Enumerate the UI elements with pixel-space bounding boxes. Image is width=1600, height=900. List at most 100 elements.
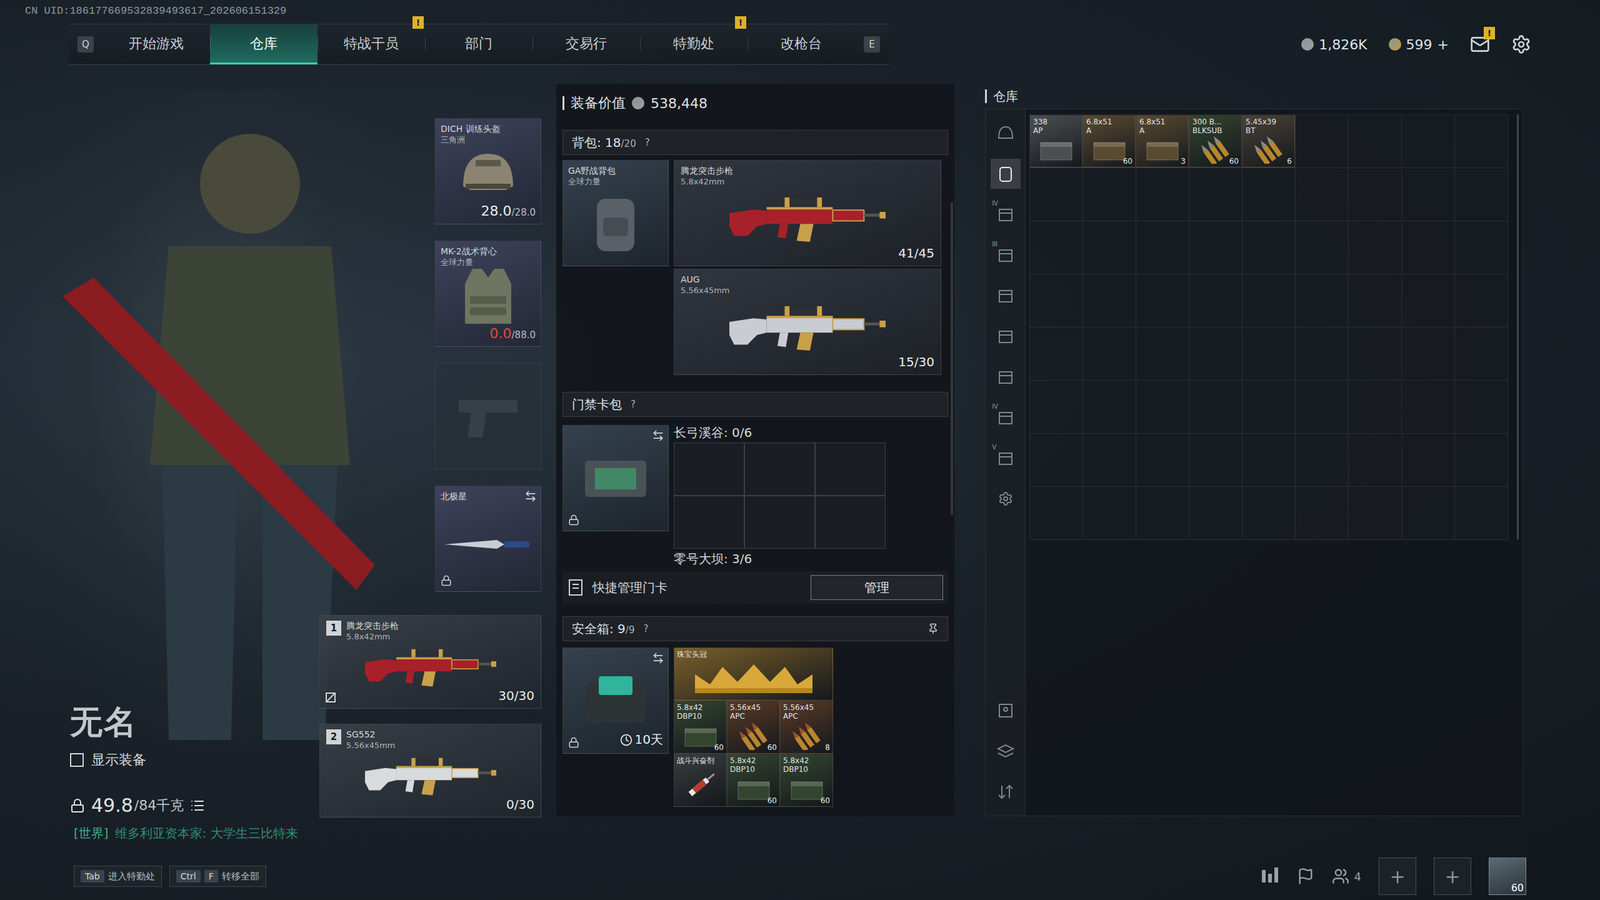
stash-cell[interactable]: [1348, 327, 1402, 381]
keycard-slot[interactable]: [673, 442, 745, 496]
scrollbar[interactable]: [1516, 114, 1519, 540]
currency[interactable]: 599+: [1388, 36, 1449, 53]
swap-icon[interactable]: [651, 429, 665, 442]
nav-tab[interactable]: 开始游戏: [102, 24, 210, 65]
stash-cell[interactable]: [1455, 221, 1509, 275]
stash-cell[interactable]: [1189, 433, 1243, 487]
stash-filter[interactable]: [990, 321, 1021, 352]
scrollbar[interactable]: [950, 202, 954, 515]
stash-cell[interactable]: [1189, 221, 1243, 275]
stash-cell[interactable]: [1242, 327, 1296, 381]
stash-cell[interactable]: [1295, 433, 1349, 487]
weapon-slot[interactable]: 2SG5525.56x45mm0/30: [319, 723, 542, 818]
stash-filter[interactable]: IV: [990, 199, 1021, 230]
stash-cell[interactable]: [1242, 274, 1296, 328]
stash-cell[interactable]: 5.45x39BT6: [1242, 115, 1296, 169]
item-cell[interactable]: 5.8x42DBP1060: [726, 753, 780, 807]
currency[interactable]: 1,826K: [1301, 36, 1367, 53]
item-cell[interactable]: 珠宝头冠: [673, 647, 834, 701]
item-cell[interactable]: 6.8x51A3: [1136, 115, 1189, 168]
stash-cell[interactable]: [1242, 168, 1296, 222]
stash-cell[interactable]: [1136, 380, 1190, 434]
stash-filter[interactable]: [990, 483, 1021, 514]
stash-cell[interactable]: [1348, 221, 1402, 275]
stash-cell[interactable]: [1136, 327, 1190, 381]
swap-icon[interactable]: [524, 490, 537, 503]
checkbox[interactable]: [70, 753, 84, 767]
stash-cell[interactable]: [1030, 168, 1084, 222]
stash-cell[interactable]: [1136, 433, 1190, 487]
mail-button[interactable]: !: [1470, 34, 1490, 55]
stash-cell[interactable]: [1242, 486, 1296, 540]
item-cell[interactable]: 300 B...BLKSUB60: [1189, 115, 1242, 168]
stash-filter[interactable]: V: [990, 443, 1021, 474]
stash-filter[interactable]: [990, 776, 1021, 807]
stash-cell[interactable]: [1401, 115, 1455, 169]
key-hint[interactable]: E: [863, 36, 880, 53]
squad[interactable]: 4: [1331, 867, 1362, 885]
stash-cell[interactable]: [1030, 274, 1084, 328]
stash-cell[interactable]: [1401, 221, 1455, 275]
stash-cell[interactable]: [1348, 433, 1402, 487]
stats-icon[interactable]: [1260, 867, 1280, 885]
stash-cell[interactable]: [1030, 433, 1084, 487]
item-cell[interactable]: 338AP: [1030, 115, 1083, 168]
gear-slot[interactable]: DICH 训练头盔三角洲28.0/28.0: [435, 118, 542, 225]
stash-cell[interactable]: [1189, 486, 1243, 540]
stash-cell[interactable]: 338AP: [1030, 115, 1084, 169]
stash-filter[interactable]: III: [990, 240, 1021, 270]
stash-cell[interactable]: [1136, 168, 1190, 222]
stash-filter[interactable]: [990, 158, 1021, 189]
stash-cell[interactable]: [1295, 168, 1349, 222]
item-cell[interactable]: 5.8x42DBP1060: [780, 753, 834, 807]
shortcut[interactable]: Tab进入特勤处: [73, 865, 162, 887]
settings-button[interactable]: [1511, 34, 1532, 55]
stash-cell[interactable]: [1083, 221, 1137, 275]
nav-tab[interactable]: 特勤处!: [640, 24, 748, 65]
stash-cell[interactable]: [1295, 221, 1349, 275]
stash-cell[interactable]: [1401, 327, 1455, 381]
stash-cell[interactable]: [1030, 486, 1084, 540]
stash-cell[interactable]: [1242, 380, 1296, 434]
stash-cell[interactable]: 6.8x51A60: [1083, 115, 1137, 169]
stash-cell[interactable]: [1083, 327, 1137, 381]
keycard-slot[interactable]: [815, 495, 886, 549]
backpack-weapon[interactable]: AUG5.56x45mm15/30: [673, 268, 942, 375]
stash-cell[interactable]: [1030, 380, 1084, 434]
gear-slot[interactable]: [435, 363, 542, 470]
stash-cell[interactable]: [1455, 433, 1509, 487]
keycard-slot[interactable]: [673, 495, 745, 549]
stash-cell[interactable]: [1136, 274, 1190, 328]
stash-filter[interactable]: [990, 280, 1021, 311]
stash-cell[interactable]: [1189, 274, 1243, 328]
stash-cell[interactable]: [1189, 168, 1243, 222]
help-icon[interactable]: ?: [643, 623, 649, 635]
help-icon[interactable]: ?: [645, 136, 650, 149]
add-currency-button[interactable]: +: [1437, 36, 1449, 53]
stash-cell[interactable]: [1030, 221, 1084, 275]
backpack-weapon[interactable]: 腾龙突击步枪5.8x42mm41/45: [673, 160, 942, 267]
stash-cell[interactable]: [1295, 380, 1349, 434]
stash-cell[interactable]: [1455, 115, 1509, 169]
shortcut[interactable]: CtrlF转移全部: [169, 865, 267, 887]
stash-cell[interactable]: [1242, 221, 1296, 275]
stash-cell[interactable]: [1455, 274, 1509, 328]
invite-slot[interactable]: +: [1378, 857, 1417, 895]
nav-tab[interactable]: 部门: [425, 24, 533, 65]
stash-filter[interactable]: [990, 695, 1021, 726]
stash-cell[interactable]: 300 B...BLKSUB60: [1189, 115, 1243, 169]
stash-cell[interactable]: [1295, 327, 1349, 381]
stash-cell[interactable]: [1401, 433, 1455, 487]
container-card[interactable]: [562, 425, 669, 532]
gear-slot[interactable]: MK-2战术背心全球力量0.0/88.0: [435, 240, 542, 347]
item-cell[interactable]: 5.56x45APC60: [726, 700, 780, 754]
item-cell[interactable]: 6.8x51A60: [1083, 115, 1136, 168]
list-icon[interactable]: [190, 798, 205, 814]
stash-filter[interactable]: IV: [990, 402, 1021, 433]
nav-tab[interactable]: 仓库: [210, 24, 318, 65]
pin-icon[interactable]: [927, 623, 939, 635]
stash-cell[interactable]: [1455, 380, 1509, 434]
stash-cell[interactable]: [1295, 115, 1349, 169]
stash-cell[interactable]: [1348, 168, 1402, 222]
item-cell[interactable]: 5.56x45APC8: [780, 700, 834, 754]
